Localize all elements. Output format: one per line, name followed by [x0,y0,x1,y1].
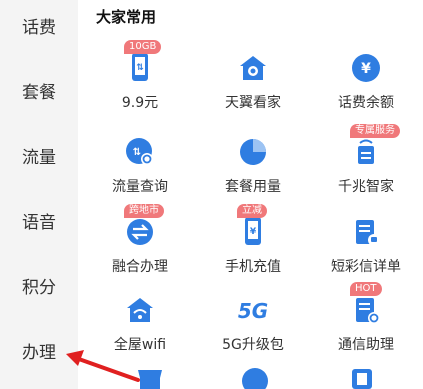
grid-item-qianzhao-zhijia[interactable]: 专属服务 千兆智家 [310,124,422,200]
sidebar-item-jifen[interactable]: 积分 [0,265,78,305]
grid-item-label: 9.9元 [121,95,159,111]
store-icon [138,370,162,389]
badge: HOT [350,282,382,296]
grid-item-label: 全屋wifi [113,337,167,353]
sidebar: 话费 套餐 流量 语音 积分 办理 [0,0,78,389]
sidebar-item-label: 语音 [22,212,56,233]
badge: 10GB [124,40,162,54]
router-icon [348,134,384,170]
svg-text:⇅: ⇅ [133,147,141,158]
message-list-icon [348,214,384,250]
svg-text:⇅: ⇅ [136,63,144,73]
svg-text:¥: ¥ [250,227,257,237]
doc-icon [352,369,372,389]
badge: 跨地市 [124,204,164,218]
yuan-coin-icon: ¥ [348,50,384,86]
grid-item-tongxin-zhuli[interactable]: HOT 通信助理 [310,282,422,358]
globe-icon [242,368,268,389]
badge: 立减 [237,204,267,218]
main-panel: 大家常用 ⇅ 10GB 9.9元 天翼看家 ¥ 话费余额 ⇅ 流量查询 套餐用量 [78,0,423,389]
sidebar-item-label: 套餐 [22,82,56,103]
grid-item-label: 天翼看家 [225,95,281,111]
grid-item-tianyi-kanjia[interactable]: 天翼看家 [197,44,309,116]
grid-item-5g-shengjibao[interactable]: 5G 5G升级包 [197,286,309,358]
svg-text:¥: ¥ [361,61,371,77]
grid-item-shouji-chongzhi[interactable]: ¥ 立减 手机充值 [197,204,309,280]
grid-item-duancaixin-xiangdan[interactable]: 短彩信详单 [310,208,422,280]
grid-item-label: 手机充值 [225,259,281,275]
sidebar-item-taocan[interactable]: 套餐 [0,70,78,110]
sidebar-item-label: 话费 [22,17,56,38]
grid-item-label: 通信助理 [338,337,394,353]
section-title: 大家常用 [96,8,157,26]
phone-data-icon: ⇅ [122,50,158,86]
sidebar-item-label: 积分 [22,277,56,298]
grid-item-huafei-yue[interactable]: ¥ 话费余额 [310,44,422,116]
phone-recharge-icon: ¥ [235,214,271,250]
data-search-icon: ⇅ [122,134,158,170]
sidebar-item-label: 流量 [22,147,56,168]
grid-item-9-9-yuan[interactable]: ⇅ 10GB 9.9元 [84,40,196,116]
home-wifi-icon [122,292,158,328]
sidebar-item-huafei[interactable]: 话费 [0,5,78,45]
pie-chart-icon [235,134,271,170]
home-camera-icon [235,50,271,86]
grid-item-label: 流量查询 [112,179,168,195]
grid-item-label: 千兆智家 [338,179,394,195]
grid-item-quanwu-wifi[interactable]: 全屋wifi [84,286,196,358]
grid-item-label: 套餐用量 [225,179,281,195]
sidebar-item-liuliang[interactable]: 流量 [0,135,78,175]
grid-item-label: 5G升级包 [222,337,284,353]
grid-item-label: 话费余额 [338,95,394,111]
grid-item-ronghe-banli[interactable]: 跨地市 融合办理 [84,204,196,280]
grid-item-liuliang-chaxun[interactable]: ⇅ 流量查询 [84,128,196,200]
exchange-icon [122,214,158,250]
sidebar-item-label: 办理 [22,342,56,363]
badge: 专属服务 [350,124,400,138]
svg-text:5G: 5G [238,299,268,323]
grid-item-label: 短彩信详单 [331,259,401,275]
grid-item-taocan-yongliang[interactable]: 套餐用量 [197,128,309,200]
grid-item-label: 融合办理 [112,259,168,275]
sidebar-item-yuyin[interactable]: 语音 [0,200,78,240]
5g-icon: 5G [235,292,271,328]
assistant-doc-icon [348,292,384,328]
